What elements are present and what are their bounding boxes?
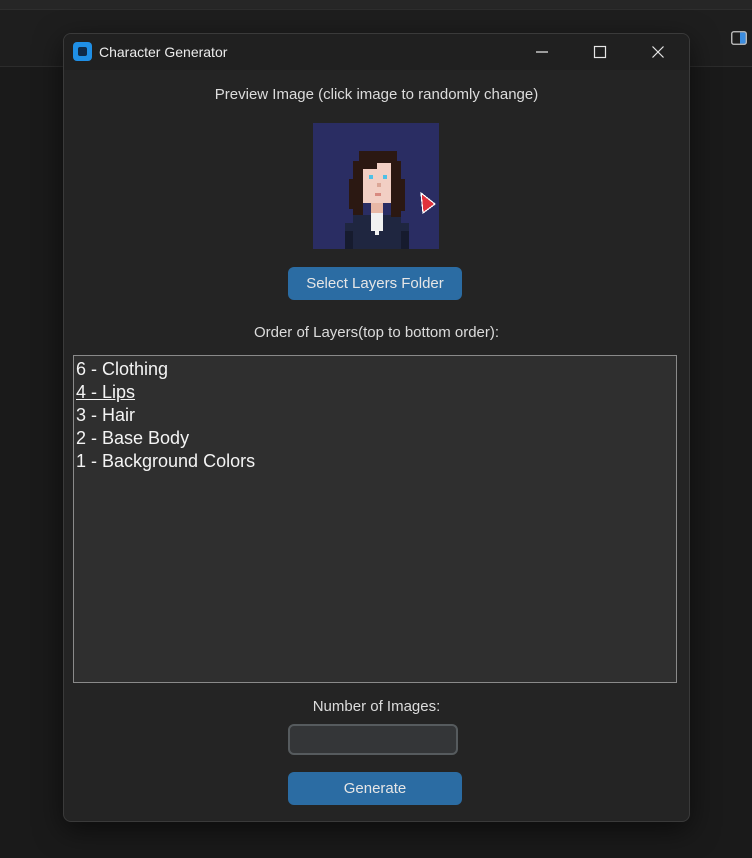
layer-item-hair[interactable]: 3 - Hair	[76, 404, 135, 427]
layer-item-clothing[interactable]: 6 - Clothing	[76, 358, 168, 381]
sidebar-toggle-icon	[731, 31, 747, 45]
generate-button[interactable]: Generate	[288, 772, 462, 805]
number-of-images-input[interactable]	[288, 724, 458, 755]
close-button[interactable]	[629, 34, 687, 70]
layer-item-lips[interactable]: 4 - Lips	[76, 381, 135, 404]
preview-label: Preview Image (click image to randomly c…	[214, 86, 539, 103]
layers-order-label: Order of Layers(top to bottom order):	[253, 324, 500, 341]
character-preview-image[interactable]	[313, 123, 439, 249]
select-layers-folder-button[interactable]: Select Layers Folder	[288, 267, 462, 300]
app-window: Character Generator Preview Image (click…	[63, 33, 690, 822]
maximize-button[interactable]	[571, 34, 629, 70]
number-of-images-label: Number of Images:	[312, 698, 441, 715]
minimize-icon	[536, 51, 548, 53]
maximize-icon	[593, 45, 607, 59]
close-icon	[652, 46, 664, 58]
layer-item-base-body[interactable]: 2 - Base Body	[76, 427, 189, 450]
layers-listbox[interactable]: 6 - Clothing 4 - Lips 3 - Hair 2 - Base …	[73, 355, 677, 683]
background-top-bar	[0, 0, 752, 10]
window-title: Character Generator	[99, 44, 228, 60]
app-icon	[73, 42, 92, 61]
minimize-button[interactable]	[513, 34, 571, 70]
layer-item-background-colors[interactable]: 1 - Background Colors	[76, 450, 255, 473]
title-bar[interactable]: Character Generator	[64, 34, 689, 70]
